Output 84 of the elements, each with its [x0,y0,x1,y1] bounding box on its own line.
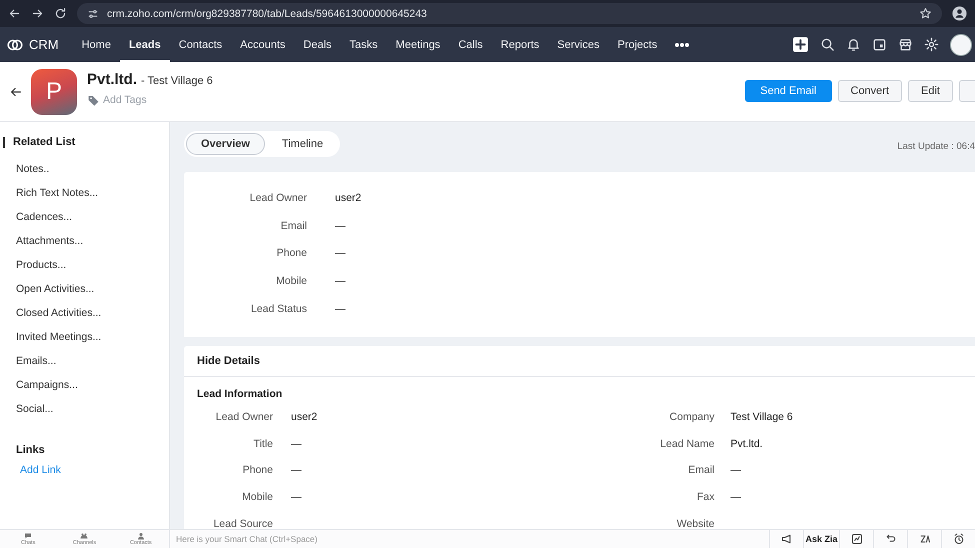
field-value: Test Village 6 [730,411,793,424]
record-avatar: P [31,68,77,114]
reload-icon[interactable] [54,7,67,20]
view-tab[interactable]: Overview [186,133,265,155]
nav-tab[interactable]: Deals [294,27,341,62]
user-avatar[interactable] [950,34,972,56]
field-value: — [335,247,346,260]
field-label: Email [687,464,714,476]
plus-icon[interactable] [792,36,809,53]
field-value: — [730,491,741,504]
related-list-item[interactable]: Rich Text Notes... [0,181,169,205]
related-list-item[interactable]: Attachments... [0,229,169,253]
field-label: Phone [242,464,273,476]
field-value: — [335,220,346,232]
store-icon[interactable] [898,37,913,52]
field-value: user2 [291,411,318,424]
field-label: Lead Owner [214,411,273,424]
nav-tab[interactable]: Contacts [170,27,232,62]
field-label: Title [252,438,273,450]
nav-tab[interactable]: Meetings [386,27,450,62]
star-icon[interactable] [919,7,932,20]
forward-icon[interactable] [31,7,44,20]
field-label: Email [280,220,307,232]
field-label: Mobile [241,491,273,504]
nav-tab[interactable]: Tasks [340,27,387,62]
field-label: Phone [276,247,307,260]
field-label: Mobile [275,275,307,288]
people-icon [80,532,88,540]
record-company: - Test Village 6 [141,74,213,86]
field-value: — [291,491,302,504]
profile-icon[interactable] [952,6,967,21]
undo-icon[interactable] [884,533,896,545]
field-value: — [730,464,741,476]
hide-details-toggle[interactable]: Hide Details [184,346,975,377]
brand-name[interactable]: CRM [29,37,59,52]
record-name: Pvt.ltd. [87,70,138,88]
related-list-item[interactable]: Invited Meetings... [0,325,169,349]
field-label: Lead Name [659,438,714,450]
related-list-item[interactable]: Notes.. [0,157,169,181]
nav-tab[interactable]: Reports [492,27,548,62]
field-value: — [335,303,346,316]
field-label: Lead Source [212,518,273,529]
field-label: Lead Status [250,303,307,316]
site-settings-icon[interactable] [87,8,99,20]
view-tab[interactable]: Timeline [266,133,338,155]
related-list-item[interactable]: Social... [0,397,169,421]
person-icon [136,532,145,540]
related-list-item[interactable]: Open Activities... [0,277,169,301]
nav-tab[interactable]: Services [548,27,608,62]
field-label: Company [668,411,714,424]
address-bar[interactable]: crm.zoho.com/crm/org829387780/tab/Leads/5964613000000645243 [77,3,942,24]
related-list-item[interactable]: Products... [0,253,169,277]
add-link[interactable]: Add Link [20,464,169,476]
field-value: — [291,464,302,476]
related-list-item[interactable]: Cadences... [0,205,169,229]
last-update: Last Update : 06:4 [897,141,975,152]
chat-icon [24,532,32,540]
related-list-item[interactable]: Emails... [0,349,169,373]
field-value: — [291,438,302,450]
nav-tab[interactable]: Calls [449,27,492,62]
megaphone-icon[interactable] [780,533,792,545]
field-value: — [335,275,346,288]
tag-icon [87,94,100,106]
links-title: Links [16,444,46,456]
field-value: Pvt.ltd. [730,438,763,450]
nav-tab[interactable]: Projects [608,27,666,62]
field-label: Website [676,518,714,529]
field-label: Fax [696,491,714,504]
section-title: Lead Information [196,386,284,402]
search-icon[interactable] [820,37,835,52]
action-button[interactable]: Edit [908,80,953,102]
field-value: user2 [335,192,362,204]
related-list-item[interactable]: Campaigns... [0,373,169,397]
alarm-icon[interactable] [952,533,964,545]
bell-icon[interactable] [846,37,861,52]
field-label: Lead Owner [248,192,307,204]
calendar-icon[interactable] [872,37,887,52]
sidebar-title: Related List [13,136,76,148]
ask-zia-button[interactable]: Ask Zia [803,530,839,548]
action-button[interactable]: Convert [838,80,902,102]
nav-tab[interactable]: Home [72,27,120,62]
nav-tab[interactable]: Accounts [231,27,294,62]
back-icon[interactable] [8,7,21,20]
related-list-item[interactable]: Closed Activities... [0,301,169,325]
